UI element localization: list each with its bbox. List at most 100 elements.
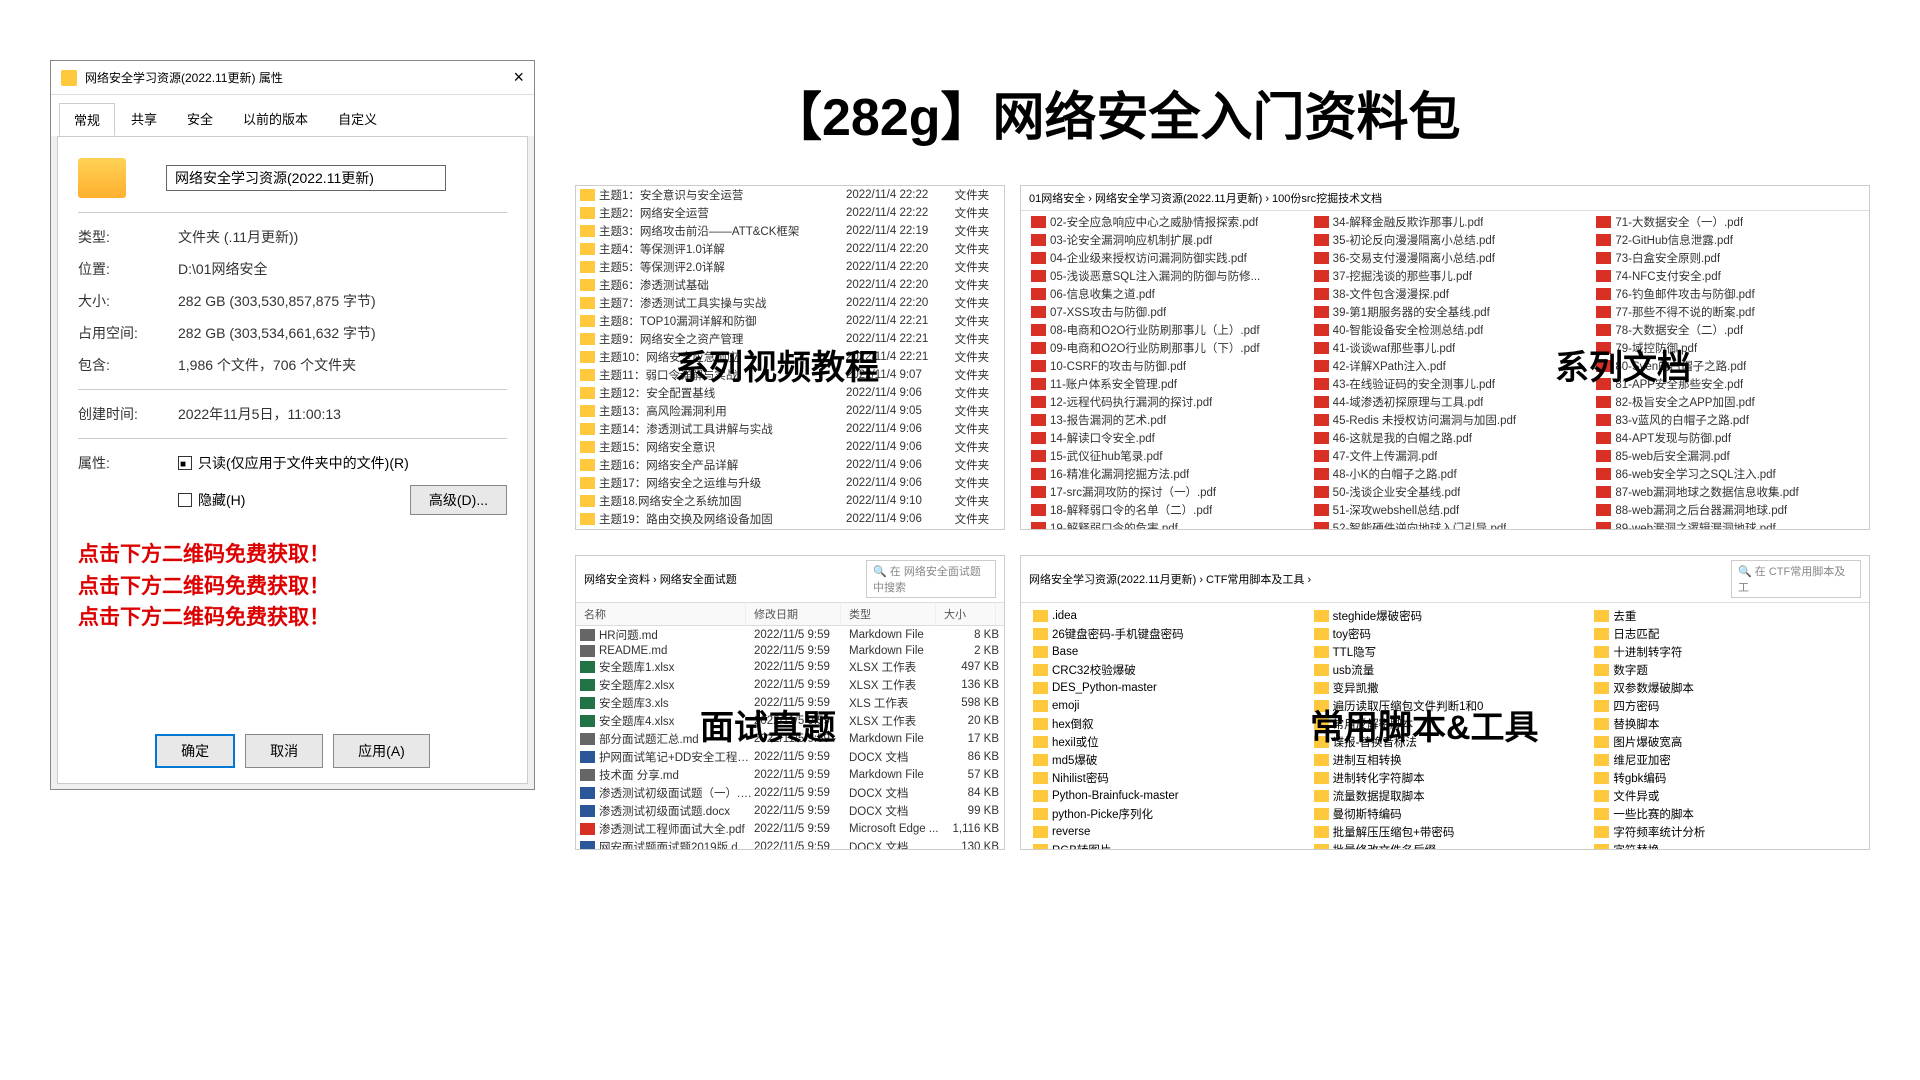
list-item[interactable]: CRC32校验爆破 — [1029, 661, 1300, 679]
list-item[interactable]: Nihilist密码 — [1029, 769, 1300, 787]
list-item[interactable]: 43-在线验证码的安全测事儿.pdf — [1310, 375, 1581, 393]
list-item[interactable]: emoji — [1029, 697, 1300, 715]
hidden-checkbox[interactable] — [178, 493, 192, 507]
tab-3[interactable]: 以前的版本 — [229, 103, 322, 136]
list-item[interactable]: 11-账户体系安全管理.pdf — [1027, 375, 1298, 393]
table-row[interactable]: 安全题库3.xls2022/11/5 9:59XLS 工作表598 KB — [576, 694, 1004, 712]
list-item[interactable]: 遍历读取压缩包文件判断1和0 — [1310, 697, 1581, 715]
list-item[interactable]: 37-挖掘浅谈的那些事儿.pdf — [1310, 267, 1581, 285]
list-item[interactable]: 去重 — [1590, 607, 1861, 625]
list-item[interactable]: 86-web安全学习之SQL注入.pdf — [1592, 465, 1863, 483]
list-item[interactable]: 主题9：网络安全之资产管理2022/11/4 22:21文件夹 — [576, 330, 1004, 348]
list-item[interactable]: 进制互相转换 — [1310, 751, 1581, 769]
list-item[interactable]: RGB转图片 — [1029, 841, 1300, 850]
column-header[interactable]: 修改日期 — [746, 603, 841, 625]
list-item[interactable]: 主题5：等保测评2.0详解2022/11/4 22:20文件夹 — [576, 258, 1004, 276]
list-item[interactable]: 主题8：TOP10漏洞详解和防御2022/11/4 22:21文件夹 — [576, 312, 1004, 330]
folder-name-input[interactable] — [166, 165, 446, 191]
apply-button[interactable]: 应用(A) — [333, 734, 430, 768]
tab-0[interactable]: 常规 — [59, 103, 115, 136]
list-item[interactable]: 双参数爆破脚本 — [1590, 679, 1861, 697]
list-item[interactable]: 05-浅谈恶意SQL注入漏洞的防御与防修... — [1027, 267, 1298, 285]
list-item[interactable]: 74-NFC支付安全.pdf — [1592, 267, 1863, 285]
list-item[interactable]: 73-白盒安全原则.pdf — [1592, 249, 1863, 267]
list-item[interactable]: toy密码 — [1310, 625, 1581, 643]
list-item[interactable]: 主题1：安全意识与安全运营2022/11/4 22:22文件夹 — [576, 186, 1004, 204]
list-item[interactable]: 07-XSS攻击与防御.pdf — [1027, 303, 1298, 321]
list-item[interactable]: Python-Brainfuck-master — [1029, 787, 1300, 805]
list-item[interactable]: 08-电商和O2O行业防刷那事儿（上）.pdf — [1027, 321, 1298, 339]
list-item[interactable]: 79-域控防御.pdf — [1592, 339, 1863, 357]
list-item[interactable]: 40-智能设备安全检测总结.pdf — [1310, 321, 1581, 339]
list-item[interactable]: 主题12：安全配置基线2022/11/4 9:06文件夹 — [576, 384, 1004, 402]
list-item[interactable]: 87-web漏洞地球之数据信息收集.pdf — [1592, 483, 1863, 501]
list-item[interactable]: 44-域渗透初探原理与工具.pdf — [1310, 393, 1581, 411]
table-row[interactable]: 技术面 分享.md2022/11/5 9:59Markdown File57 K… — [576, 766, 1004, 784]
list-item[interactable]: 14-解读口令安全.pdf — [1027, 429, 1298, 447]
list-item[interactable]: 批量修改文件名后缀 — [1310, 841, 1581, 850]
list-item[interactable]: 50-浅谈企业安全基线.pdf — [1310, 483, 1581, 501]
list-item[interactable]: 字符频率统计分析 — [1590, 823, 1861, 841]
list-item[interactable]: 文件异或 — [1590, 787, 1861, 805]
breadcrumb[interactable]: 网络安全学习资源(2022.11月更新) › CTF常用脚本及工具 › — [1029, 571, 1311, 587]
table-row[interactable]: README.md2022/11/5 9:59Markdown File2 KB — [576, 644, 1004, 658]
breadcrumb[interactable]: 网络安全资料 › 网络安全面试题 — [584, 571, 737, 587]
list-item[interactable]: 维尼亚加密 — [1590, 751, 1861, 769]
list-item[interactable]: 数字题 — [1590, 661, 1861, 679]
readonly-checkbox[interactable] — [178, 456, 192, 470]
list-item[interactable]: md5爆破 — [1029, 751, 1300, 769]
search-input[interactable]: 🔍 在 网络安全面试题 中搜索 — [866, 560, 996, 598]
list-item[interactable]: 03-论安全漏洞响应机制扩展.pdf — [1027, 231, 1298, 249]
list-item[interactable]: 转gbk编码 — [1590, 769, 1861, 787]
list-item[interactable]: 主题13：高风险漏洞利用2022/11/4 9:05文件夹 — [576, 402, 1004, 420]
list-item[interactable]: 主题17：网络安全之运维与升级2022/11/4 9:06文件夹 — [576, 474, 1004, 492]
list-item[interactable]: 主题16：网络安全产品详解2022/11/4 9:06文件夹 — [576, 456, 1004, 474]
list-item[interactable]: 51-深攻webshell总结.pdf — [1310, 501, 1581, 519]
table-row[interactable]: 护网面试笔记+DD安全工程师笔试问...2022/11/5 9:59DOCX 文… — [576, 748, 1004, 766]
list-item[interactable]: 主题6：渗透测试基础2022/11/4 22:20文件夹 — [576, 276, 1004, 294]
list-item[interactable]: 替换脚本 — [1590, 715, 1861, 733]
list-item[interactable]: 主题10：网络安全应急响应2022/11/4 22:21文件夹 — [576, 348, 1004, 366]
list-item[interactable]: 主题14：渗透测试工具讲解与实战2022/11/4 9:06文件夹 — [576, 420, 1004, 438]
list-item[interactable]: 谍报-替换音标法 — [1310, 733, 1581, 751]
list-item[interactable]: 41-谈谈waf那些事儿.pdf — [1310, 339, 1581, 357]
list-item[interactable]: 12-远程代码执行漏洞的探讨.pdf — [1027, 393, 1298, 411]
list-item[interactable]: 88-web漏洞之后台器漏洞地球.pdf — [1592, 501, 1863, 519]
ok-button[interactable]: 确定 — [155, 734, 235, 768]
list-item[interactable]: 76-钓鱼邮件攻击与防御.pdf — [1592, 285, 1863, 303]
list-item[interactable]: 06-信息收集之道.pdf — [1027, 285, 1298, 303]
tab-4[interactable]: 自定义 — [324, 103, 391, 136]
list-item[interactable]: 85-web后安全漏洞.pdf — [1592, 447, 1863, 465]
list-item[interactable]: 83-v蓝风的白帽子之路.pdf — [1592, 411, 1863, 429]
list-item[interactable]: 46-这就是我的白帽之路.pdf — [1310, 429, 1581, 447]
list-item[interactable]: 82-极旨安全之APP加固.pdf — [1592, 393, 1863, 411]
list-item[interactable]: 04-企业级来授权访问漏洞防御实践.pdf — [1027, 249, 1298, 267]
list-item[interactable]: 34-解释金融反欺诈那事儿.pdf — [1310, 213, 1581, 231]
column-header[interactable]: 名称 — [576, 603, 746, 625]
list-item[interactable]: 81-APP安全那些安全.pdf — [1592, 375, 1863, 393]
list-item[interactable]: 流量数据提取脚本 — [1310, 787, 1581, 805]
list-item[interactable]: reverse — [1029, 823, 1300, 841]
list-item[interactable]: 主题20：HV蓝军实战教学2022/11/4 22:21文件夹 — [576, 528, 1004, 530]
tab-1[interactable]: 共享 — [117, 103, 171, 136]
column-header[interactable]: 类型 — [841, 603, 936, 625]
search-input[interactable]: 🔍 在 CTF常用脚本及工 — [1731, 560, 1861, 598]
list-item[interactable]: 10-CSRF的攻击与防御.pdf — [1027, 357, 1298, 375]
list-item[interactable]: 71-大数据安全（一）.pdf — [1592, 213, 1863, 231]
list-item[interactable]: 主题18.网络安全之系统加固2022/11/4 9:10文件夹 — [576, 492, 1004, 510]
table-row[interactable]: 安全题库1.xlsx2022/11/5 9:59XLSX 工作表497 KB — [576, 658, 1004, 676]
list-item[interactable]: 77-那些不得不说的断案.pdf — [1592, 303, 1863, 321]
list-item[interactable]: 36-交易支付漫漫隔离小总结.pdf — [1310, 249, 1581, 267]
table-row[interactable]: 渗透测试初级面试题（一）.docx2022/11/5 9:59DOCX 文档84… — [576, 784, 1004, 802]
list-item[interactable]: 主题7：渗透测试工具实操与实战2022/11/4 22:20文件夹 — [576, 294, 1004, 312]
list-item[interactable]: 84-APT发现与防御.pdf — [1592, 429, 1863, 447]
advanced-button[interactable]: 高级(D)... — [410, 485, 507, 515]
list-item[interactable]: 80-Sven的白帽子之路.pdf — [1592, 357, 1863, 375]
column-header[interactable]: 大小 — [936, 603, 996, 625]
list-item[interactable]: 主题19：路由交换及网络设备加固2022/11/4 9:06文件夹 — [576, 510, 1004, 528]
list-item[interactable]: 17-src漏洞攻防的探讨（一）.pdf — [1027, 483, 1298, 501]
list-item[interactable]: 35-初论反向漫漫隔离小总结.pdf — [1310, 231, 1581, 249]
tab-2[interactable]: 安全 — [173, 103, 227, 136]
list-item[interactable]: 主题2：网络安全运营2022/11/4 22:22文件夹 — [576, 204, 1004, 222]
list-item[interactable]: 47-文件上传漏洞.pdf — [1310, 447, 1581, 465]
